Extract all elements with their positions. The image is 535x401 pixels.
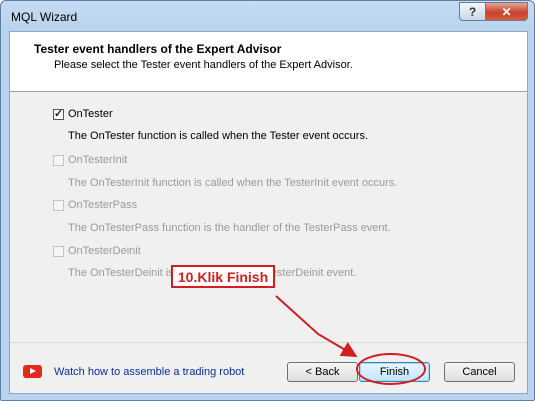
annotation-arrow-icon (275, 295, 358, 358)
